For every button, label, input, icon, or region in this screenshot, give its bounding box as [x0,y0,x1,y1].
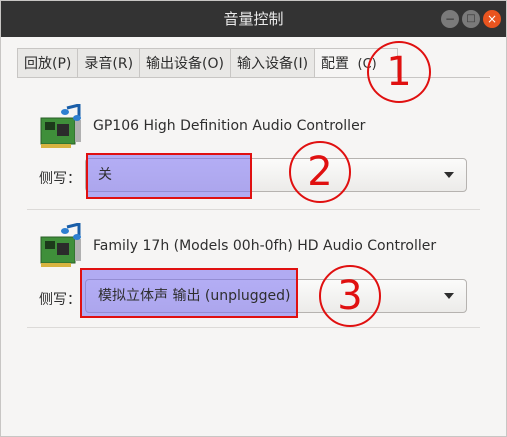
profile-select-value: 模拟立体声 输出 (unplugged) [98,288,291,304]
sound-card-icon [40,104,81,148]
minimize-icon: − [444,12,456,26]
maximize-button[interactable]: □ [462,10,480,28]
profile-select[interactable]: 模拟立体声 输出 (unplugged) [80,268,467,318]
section-divider [27,327,480,328]
tab-configuration-label: 配置 [321,56,350,72]
callout-1: 1 [367,41,431,103]
maximize-icon: □ [466,13,476,24]
device-name: Family 17h (Models 00h-0fh) HD Audio Con… [93,238,437,254]
minimize-button[interactable]: − [441,10,459,28]
tab-output-devices[interactable]: 输出设备(O) [139,48,230,78]
device-name: GP106 High Definition Audio Controller [93,118,366,134]
window-title: 音量控制 [223,10,284,28]
tab-playback[interactable]: 回放(P) [17,48,78,78]
volume-control-window: 音量控制 − □ × 回放(P) 录音(R) 输出设备(O) 输入设备(I) 配… [0,0,507,437]
close-button[interactable]: × [483,10,501,28]
tab-input-devices[interactable]: 输入设备(I) [229,48,315,78]
close-icon: × [486,12,498,26]
tab-bar: 回放(P) 录音(R) 输出设备(O) 输入设备(I) 配置 (C) [17,48,399,78]
profile-label: 侧写： [39,292,81,308]
profile-label: 侧写： [39,171,81,187]
callout-3: 3 [319,265,381,327]
sound-card-icon [40,223,81,267]
chevron-down-icon [444,293,454,299]
section-divider [27,209,480,210]
tab-recording[interactable]: 录音(R) [77,48,140,78]
callout-2: 2 [289,141,351,203]
profile-select[interactable]: 关 [85,153,467,199]
title-bar: 音量控制 − □ × [1,1,506,37]
profile-select-value: 关 [98,167,112,183]
chevron-down-icon [444,172,454,178]
